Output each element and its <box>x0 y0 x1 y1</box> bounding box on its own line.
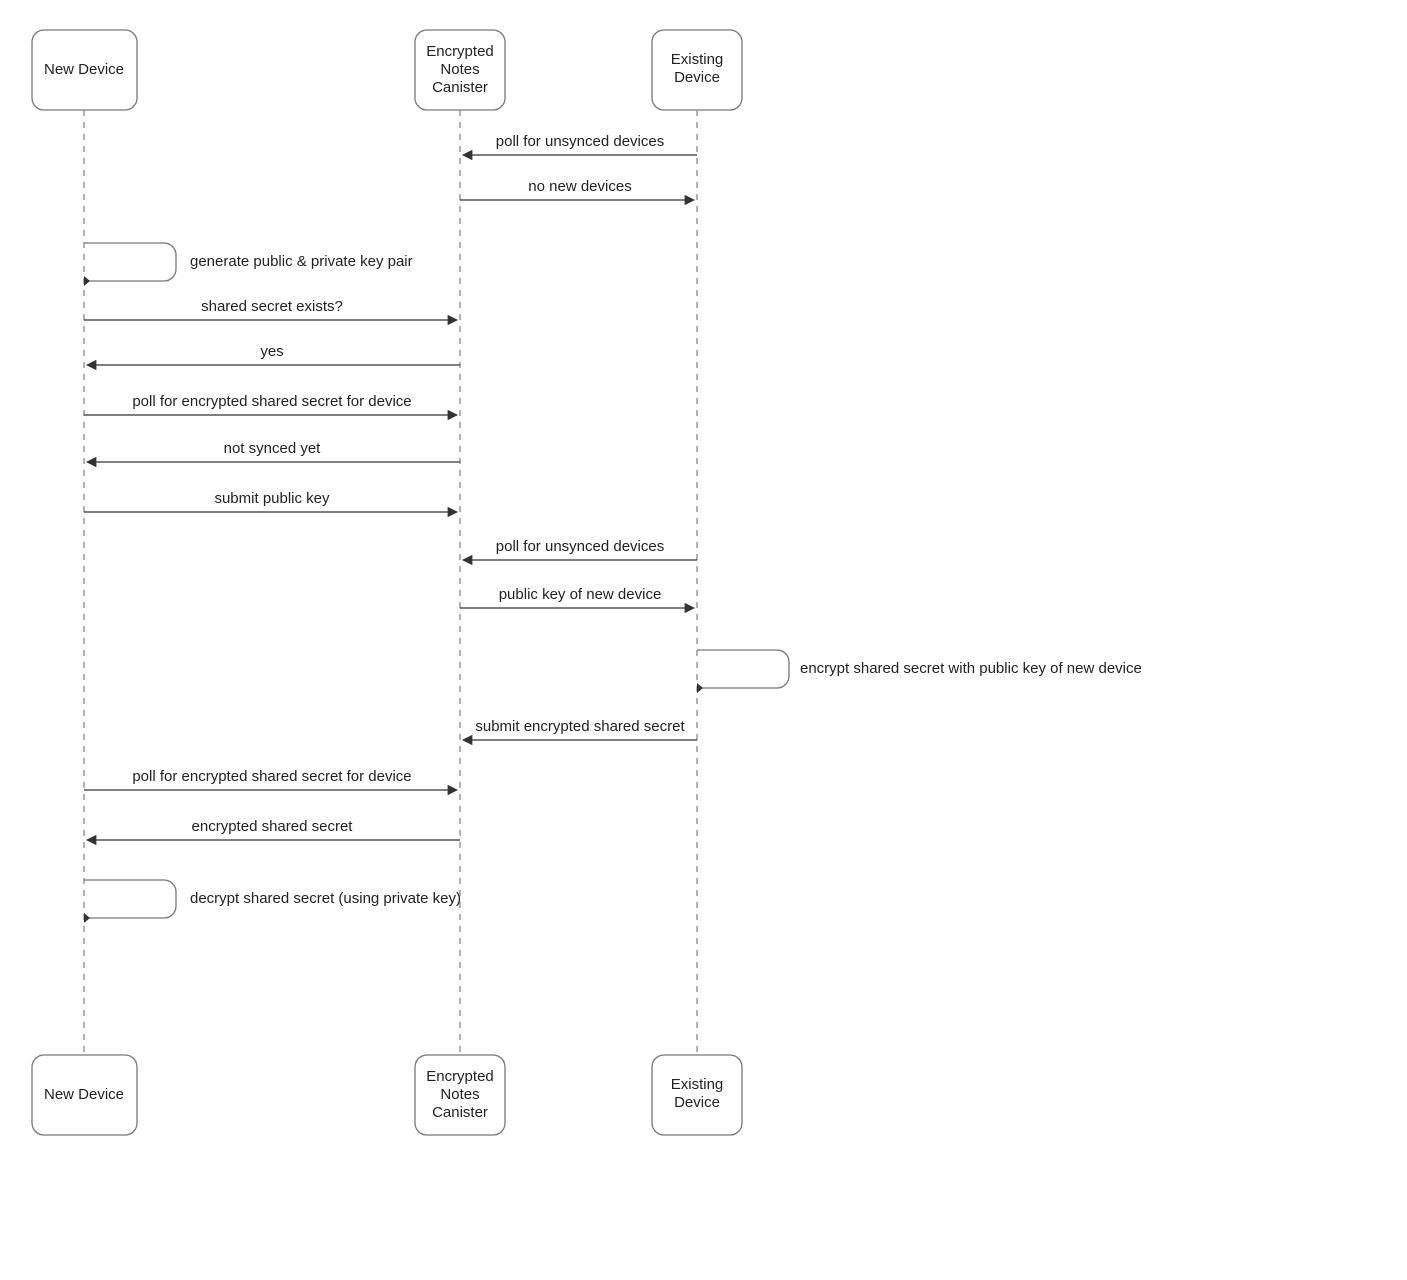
actor-label: Existing <box>671 1076 724 1093</box>
actor-label: New Device <box>44 1086 124 1103</box>
actor-label: Canister <box>432 1104 488 1121</box>
msg-label: submit encrypted shared secret <box>475 718 685 735</box>
msg-label: poll for encrypted shared secret for dev… <box>132 393 411 410</box>
actor-label: Device <box>674 1094 720 1111</box>
actor-label: Canister <box>432 79 488 96</box>
msg-label: decrypt shared secret (using private key… <box>190 890 461 907</box>
msg-label: no new devices <box>528 178 631 195</box>
actor-label: Notes <box>440 1086 479 1103</box>
msg-label: poll for encrypted shared secret for dev… <box>132 768 411 785</box>
sequence-diagram: New Device Encrypted Notes Canister Exis… <box>0 0 1407 1280</box>
msg-label: poll for unsynced devices <box>496 133 664 150</box>
actor-label: Device <box>674 69 720 86</box>
msg-label: submit public key <box>214 490 330 507</box>
msg-label: encrypt shared secret with public key of… <box>800 660 1142 677</box>
actor-label: Existing <box>671 51 724 68</box>
self-loop <box>697 650 789 688</box>
actor-label: Notes <box>440 61 479 78</box>
msg-label: generate public & private key pair <box>190 253 413 270</box>
actor-label: Encrypted <box>426 1068 494 1085</box>
msg-label: encrypted shared secret <box>192 818 354 835</box>
msg-label: shared secret exists? <box>201 298 343 315</box>
msg-label: yes <box>260 343 283 360</box>
actor-label: Encrypted <box>426 43 494 60</box>
msg-label: not synced yet <box>224 440 322 457</box>
msg-label: poll for unsynced devices <box>496 538 664 555</box>
self-loop <box>84 880 176 918</box>
msg-label: public key of new device <box>499 586 662 603</box>
self-loop <box>84 243 176 281</box>
actor-label: New Device <box>44 61 124 78</box>
